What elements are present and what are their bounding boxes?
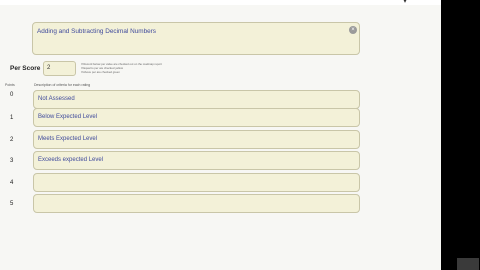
rating-points: 5 <box>10 201 14 207</box>
title-field-value: Adding and Subtracting Decimal Numbers <box>37 28 156 35</box>
rating-description-field[interactable]: Meets Expected Level <box>33 130 360 149</box>
rating-description-value: Meets Expected Level <box>38 136 98 142</box>
rating-points: 1 <box>10 115 14 121</box>
rating-points: 3 <box>10 158 14 164</box>
rating-description-value: Exceeds expected Level <box>38 157 104 163</box>
rating-description-field[interactable]: Below Expected Level <box>33 108 360 127</box>
watermark-logo <box>457 258 479 270</box>
rating-points: 0 <box>10 92 14 98</box>
rating-description-field[interactable] <box>33 194 360 213</box>
per-score-input[interactable]: 2 <box>43 61 76 76</box>
rating-points: 2 <box>10 137 14 143</box>
rating-description-field[interactable]: Exceeds expected Level <box>33 151 360 170</box>
points-column-header: Points <box>5 83 15 87</box>
rating-description-value: Not Assessed <box>38 96 75 102</box>
rating-description-field[interactable]: Not Assessed <box>33 90 360 109</box>
clear-icon[interactable]: × <box>349 26 357 34</box>
rating-description-value: Below Expected Level <box>38 114 98 120</box>
description-column-header: Description of criteria for each rating <box>34 83 91 87</box>
per-score-hint: If Above per are checked green <box>81 70 120 74</box>
close-icon[interactable]: ▾ <box>403 0 407 5</box>
rubric-dialog: ▾ Adding and Subtracting Decimal Numbers… <box>0 0 441 270</box>
per-score-label: Per Score <box>10 65 41 72</box>
title-field[interactable]: Adding and Subtracting Decimal Numbers × <box>32 22 360 55</box>
dialog-top-strip <box>0 0 441 5</box>
rating-description-field[interactable] <box>33 173 360 192</box>
rating-points: 4 <box>10 180 14 186</box>
per-score-value: 2 <box>47 65 51 71</box>
